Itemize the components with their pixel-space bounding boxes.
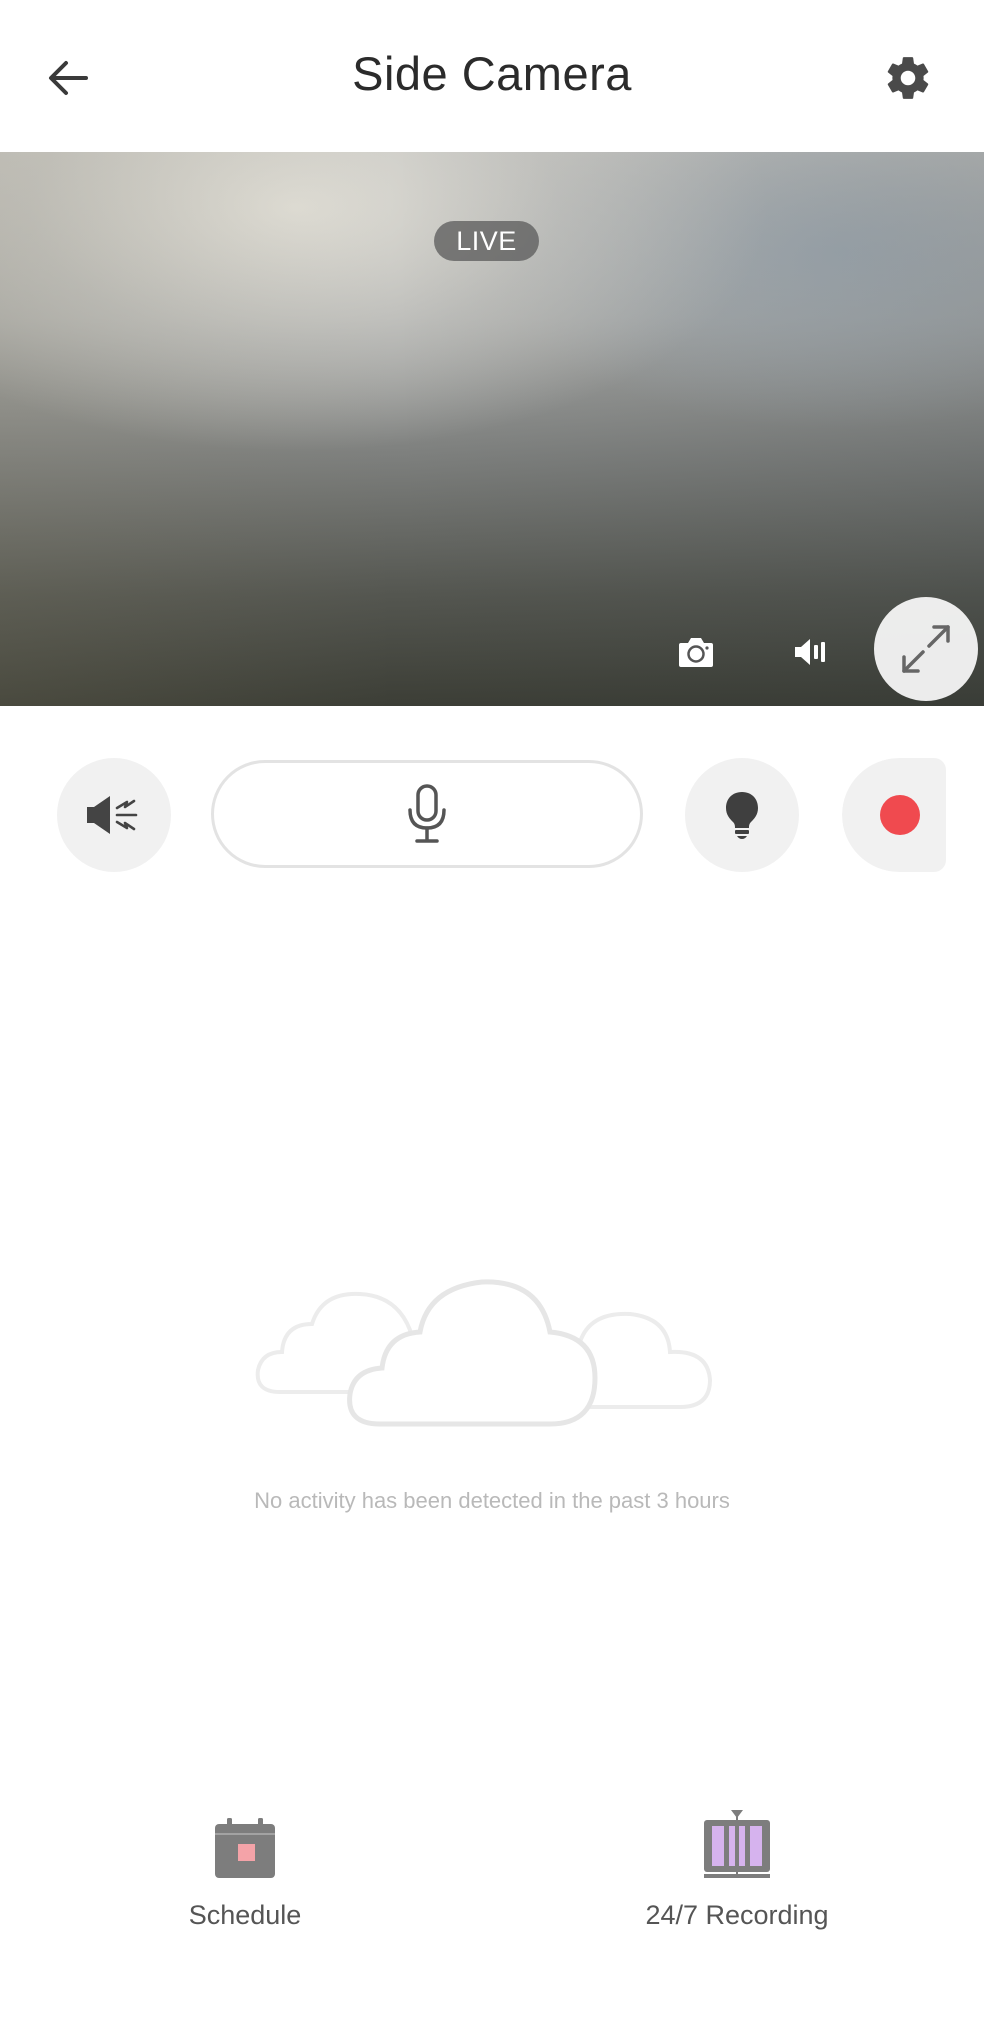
speaker-icon xyxy=(795,639,825,665)
live-video-view[interactable]: LIVE xyxy=(0,152,984,706)
record-dot-icon xyxy=(880,795,920,835)
top-app-bar: Side Camera xyxy=(0,0,984,152)
clouds-icon xyxy=(255,1279,713,1427)
empty-state-message: No activity has been detected in the pas… xyxy=(254,1488,730,1513)
light-button[interactable] xyxy=(685,758,799,872)
film-strip-icon xyxy=(704,1810,770,1878)
schedule-label: Schedule xyxy=(188,1900,302,1930)
page-title: Side Camera xyxy=(352,47,632,100)
lightbulb-icon xyxy=(726,792,758,839)
calendar-icon xyxy=(215,1818,275,1878)
push-to-talk-button[interactable] xyxy=(211,760,643,868)
snapshot-button[interactable] xyxy=(672,628,720,676)
gear-icon xyxy=(887,57,929,99)
fullscreen-button[interactable] xyxy=(874,597,978,701)
recording-247-label: 24/7 Recording xyxy=(645,1900,829,1930)
volume-button[interactable] xyxy=(786,628,834,676)
camera-controls xyxy=(0,758,984,874)
schedule-button[interactable]: Schedule xyxy=(95,1800,395,1931)
expand-icon xyxy=(902,625,950,673)
microphone-icon xyxy=(408,784,446,843)
recording-247-button[interactable]: 24/7 Recording xyxy=(587,1800,887,1931)
siren-speaker-icon xyxy=(87,796,138,834)
settings-button[interactable] xyxy=(868,38,948,118)
record-button[interactable] xyxy=(842,758,946,872)
live-badge: LIVE xyxy=(434,221,539,261)
siren-button[interactable] xyxy=(57,758,171,872)
camera-icon xyxy=(679,638,713,667)
